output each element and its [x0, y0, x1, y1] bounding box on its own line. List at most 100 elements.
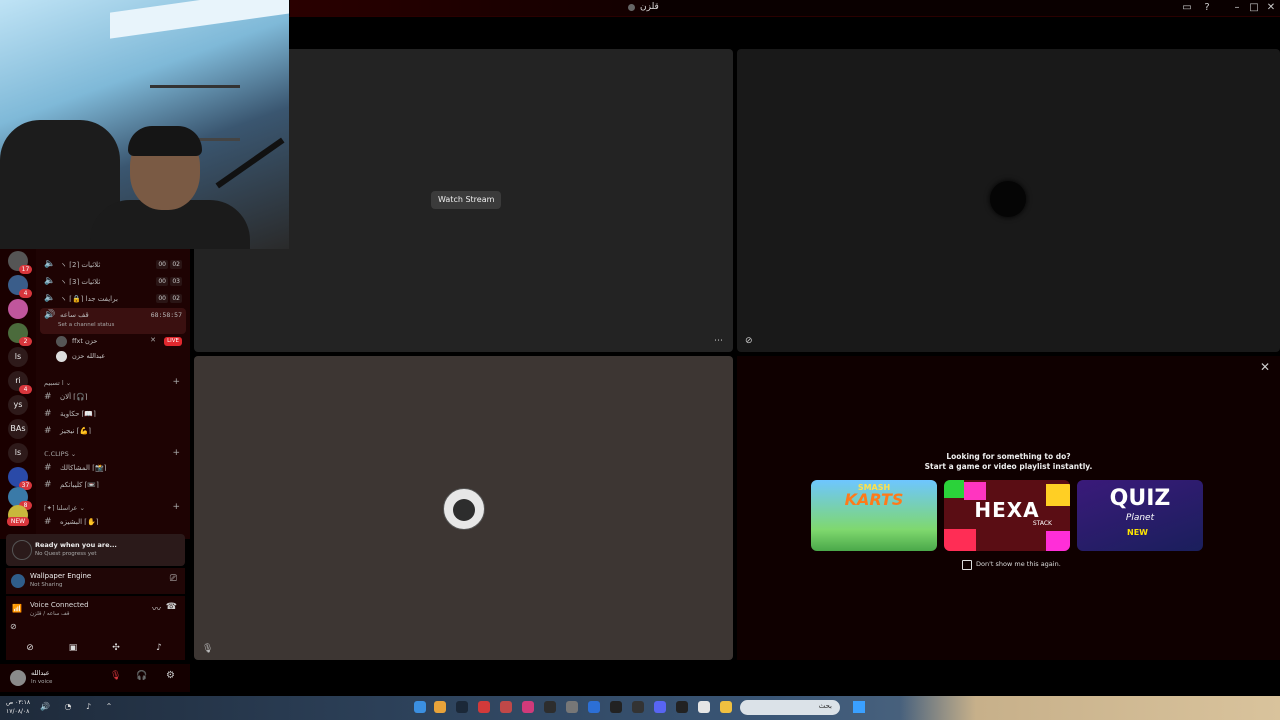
- taskbar-clock[interactable]: ٠٣:١٨ ص ١٧/٠٨/٠٨: [6, 698, 30, 716]
- new-badge: NEW: [7, 517, 29, 526]
- taskbar-app-icon[interactable]: [720, 701, 732, 713]
- taskbar-app-icon[interactable]: [414, 701, 426, 713]
- minimize-icon[interactable]: –: [1230, 2, 1244, 13]
- mic-muted-icon[interactable]: 🎙: [110, 671, 121, 681]
- inbox-icon[interactable]: ▭: [1180, 2, 1194, 13]
- add-channel-icon[interactable]: +: [172, 502, 180, 512]
- server-icon[interactable]: BAs: [8, 419, 28, 439]
- taskbar-app-icon[interactable]: [588, 701, 600, 713]
- activity-app-row[interactable]: Wallpaper Engine Not Sharing ⎚: [6, 568, 185, 594]
- game-card-quiz-planet[interactable]: QUIZ Planet NEW: [1077, 480, 1203, 551]
- avatar: [443, 488, 485, 530]
- user-count: 00: [156, 260, 168, 269]
- server-rail: 17 4 2 ls ri 4 ys BAs ls 37 8 NEW: [0, 249, 36, 539]
- webcam-overlay: [0, 0, 289, 249]
- user-limit: 02: [170, 260, 182, 269]
- microphone-arm: [215, 137, 285, 189]
- voice-channel[interactable]: 🔈 ثلاثيات ⌈2⌉ ヽ 00 02: [40, 257, 186, 272]
- user-limit: 02: [170, 294, 182, 303]
- taskbar-app-icon[interactable]: [698, 701, 710, 713]
- text-channel[interactable]: # ⌈📖⌉ حكاوية: [40, 407, 186, 422]
- add-channel-icon[interactable]: +: [172, 448, 180, 458]
- taskbar-app-icon[interactable]: [544, 701, 556, 713]
- hash-icon: #: [44, 426, 52, 436]
- taskbar-app-icon[interactable]: [456, 701, 468, 713]
- channel-status-hint[interactable]: Set a channel status: [58, 322, 114, 328]
- user-count: 00: [156, 294, 168, 303]
- signal-icon[interactable]: 📶: [12, 604, 22, 613]
- self-tile[interactable]: 🎙: [194, 356, 733, 660]
- dont-show-label[interactable]: Don't show me this again.: [976, 560, 1061, 568]
- voice-status-title[interactable]: Voice Connected: [30, 601, 89, 609]
- user-status: In voice: [31, 679, 53, 685]
- voice-user[interactable]: ffxt حزن ✕ LIVE: [56, 335, 186, 349]
- camera-button[interactable]: ⊘: [12, 640, 48, 656]
- server-icon[interactable]: 37: [8, 467, 32, 490]
- deafened-icon: ⊘: [745, 336, 753, 346]
- category-header[interactable]: ا تسبيم ⌄ +: [44, 377, 184, 387]
- text-channel[interactable]: # ⌈📼⌉ كليباتكم: [40, 478, 186, 493]
- voice-channel[interactable]: 🔈 ثلاثيات ⌈3⌉ ヽ 00 03: [40, 274, 186, 289]
- server-icon[interactable]: 4: [8, 275, 32, 298]
- server-icon[interactable]: ls: [8, 347, 28, 367]
- activity-app-status: Not Sharing: [30, 582, 63, 588]
- noise-suppression-icon[interactable]: 〰: [152, 602, 161, 615]
- taskbar-search[interactable]: بحث: [740, 700, 840, 715]
- text-channel[interactable]: # ⌈💪⌉ نيجيز: [40, 424, 186, 439]
- taskbar-app-icon[interactable]: [500, 701, 512, 713]
- taskbar-app-icon[interactable]: [478, 701, 490, 713]
- participant-tile[interactable]: ⊘: [737, 49, 1280, 352]
- taskbar-app-icon[interactable]: [610, 701, 622, 713]
- quest-subtitle: No Quest progress yet: [35, 551, 97, 557]
- taskbar-app-icon-discord[interactable]: [654, 701, 666, 713]
- help-icon[interactable]: ?: [1200, 2, 1214, 13]
- avatar: [56, 351, 67, 362]
- server-icon[interactable]: 8: [8, 487, 32, 510]
- voice-channel[interactable]: 🔈 برايفت جدا ⌈🔒⌉ ヽ 00 02: [40, 291, 186, 306]
- disconnect-icon[interactable]: ☎: [166, 602, 177, 612]
- taskbar-app-icon[interactable]: [632, 701, 644, 713]
- close-window-icon[interactable]: ✕: [1264, 2, 1278, 13]
- taskbar-app-icon[interactable]: [566, 701, 578, 713]
- server-icon[interactable]: [8, 299, 28, 319]
- soundboard-button[interactable]: ♪: [141, 640, 177, 656]
- game-card-smash-karts[interactable]: SMASH KARTS: [811, 480, 937, 551]
- screen-share-icon[interactable]: ⎚: [170, 574, 177, 584]
- windows-start-icon[interactable]: [853, 701, 865, 713]
- settings-gear-icon[interactable]: ⚙: [166, 670, 175, 681]
- voice-channel-path[interactable]: قف ساعه / قلزن: [30, 611, 69, 617]
- server-icon[interactable]: ri 4: [8, 371, 32, 394]
- headphones-icon[interactable]: 🎧: [136, 671, 147, 681]
- close-icon[interactable]: ✕: [1260, 360, 1270, 374]
- taskbar-app-icon[interactable]: [676, 701, 688, 713]
- share-screen-button[interactable]: ▣: [55, 640, 91, 656]
- text-channel[interactable]: # ⌈🎧⌉ ألان: [40, 390, 186, 405]
- server-icon[interactable]: ys: [8, 395, 28, 415]
- server-icon[interactable]: ls: [8, 443, 28, 463]
- maximize-icon[interactable]: □: [1247, 2, 1261, 13]
- system-tray[interactable]: 🔊 ◔ ♪ ⌃: [40, 702, 118, 711]
- watch-stream-button[interactable]: Watch Stream: [431, 191, 502, 209]
- server-icon[interactable]: 2: [8, 323, 32, 346]
- voice-channel-active[interactable]: 🔊 قف ساعه 68:58:57 Set a channel status: [40, 308, 186, 334]
- activities-button[interactable]: ✣: [98, 640, 134, 656]
- taskbar-app-icon[interactable]: [434, 701, 446, 713]
- avatar[interactable]: [10, 670, 26, 686]
- quest-card[interactable]: Ready when you are... No Quest progress …: [6, 534, 185, 566]
- category-header[interactable]: ⌈✦⌉ عراسلنا ⌄ +: [44, 502, 184, 512]
- more-options-icon[interactable]: ⋯: [714, 336, 723, 346]
- text-channel[interactable]: # ⌈✋⌉ البشيزه: [40, 515, 186, 530]
- taskbar-app-icon[interactable]: [522, 701, 534, 713]
- text-channel[interactable]: # ⌈📸⌉ المشاكالك: [40, 461, 186, 476]
- mic-muted-icon: 🎙: [202, 644, 214, 654]
- video-off-icon[interactable]: ⊘: [10, 622, 17, 631]
- avatar: [990, 181, 1026, 217]
- game-card-hexa-stack[interactable]: HEXA STACK: [944, 480, 1070, 551]
- dont-show-checkbox[interactable]: [962, 560, 972, 570]
- add-channel-icon[interactable]: +: [172, 377, 180, 387]
- activity-app-title: Wallpaper Engine: [30, 572, 92, 580]
- server-icon[interactable]: 17: [8, 251, 32, 274]
- category-header[interactable]: ℂ.CLIPS ⌄ +: [44, 448, 184, 458]
- voice-user[interactable]: عبدالله حزن: [56, 350, 186, 364]
- user-name[interactable]: عبدالله: [31, 669, 50, 677]
